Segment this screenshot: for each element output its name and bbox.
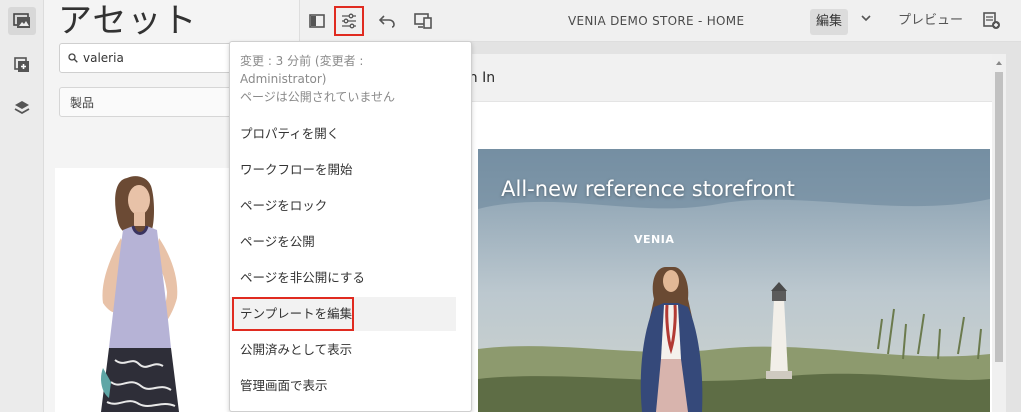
hero-title: All-new reference storefront [501, 177, 795, 201]
scroll-thumb[interactable] [995, 72, 1003, 362]
menu-item-start-workflow[interactable]: ワークフローを開始 [230, 153, 471, 187]
editor-toolbar: VENIA DEMO STORE - HOME 編集 プレビュー [300, 0, 1021, 42]
product-image [55, 168, 235, 412]
emulator-icon [414, 13, 432, 29]
panel-title: アセット [58, 1, 198, 41]
asset-finder-icon [13, 13, 30, 28]
scroll-up-icon [996, 61, 1002, 65]
components-button[interactable] [8, 51, 36, 79]
menu-item-view-in-admin[interactable]: 管理画面で表示 [230, 369, 471, 403]
emulator-button[interactable] [408, 6, 438, 36]
page-title: VENIA DEMO STORE - HOME [568, 14, 745, 28]
hero-banner[interactable]: All-new reference storefront VENIA [478, 149, 990, 412]
undo-button[interactable] [372, 6, 402, 36]
page-information-menu: 変更 : 3 分前 (変更者 : Administrator) ページは公開され… [229, 41, 472, 412]
page-status-info: 変更 : 3 分前 (変更者 : Administrator) ページは公開され… [240, 52, 460, 106]
search-icon [68, 53, 78, 63]
content-tree-button[interactable] [8, 94, 36, 122]
modified-info: 変更 : 3 分前 (変更者 : [240, 54, 364, 68]
menu-item-edit-template[interactable]: テンプレートを編集 [230, 297, 456, 331]
left-rail [0, 0, 44, 412]
modified-by: Administrator) [240, 72, 327, 86]
toggle-side-panel-button[interactable] [302, 6, 332, 36]
layers-icon [14, 101, 30, 115]
asset-finder-button[interactable] [8, 7, 36, 35]
preview-button[interactable]: プレビュー [898, 0, 963, 42]
menu-item-unpublish-page[interactable]: ページを非公開にする [230, 261, 471, 295]
highlight-box [232, 297, 354, 331]
asset-thumbnail[interactable] [55, 168, 235, 412]
publish-status: ページは公開されていません [240, 90, 396, 104]
mode-selector-button[interactable]: 編集 [810, 9, 849, 35]
hero-brand: VENIA [634, 233, 675, 246]
menu-item-lock-page[interactable]: ページをロック [230, 189, 471, 223]
components-icon [14, 57, 29, 72]
search-value: valeria [83, 51, 124, 65]
chevron-down-icon [861, 15, 871, 22]
publish-page-button[interactable] [983, 12, 1001, 30]
page-scrollbar[interactable] [992, 54, 1006, 412]
menu-item-open-properties[interactable]: プロパティを開く [230, 117, 471, 151]
mode-dropdown-button[interactable] [860, 12, 872, 24]
side-panel-toggle-icon [309, 14, 325, 28]
publish-page-icon [983, 12, 1000, 29]
page-properties-icon [342, 13, 356, 29]
menu-item-publish-page[interactable]: ページを公開 [230, 225, 471, 259]
page-editor: アセット valeria 製品 VENIA DEMO STORE - HOME … [0, 0, 1021, 412]
undo-icon [379, 15, 395, 28]
menu-item-view-as-published[interactable]: 公開済みとして表示 [230, 333, 471, 367]
page-information-button[interactable] [334, 6, 364, 36]
